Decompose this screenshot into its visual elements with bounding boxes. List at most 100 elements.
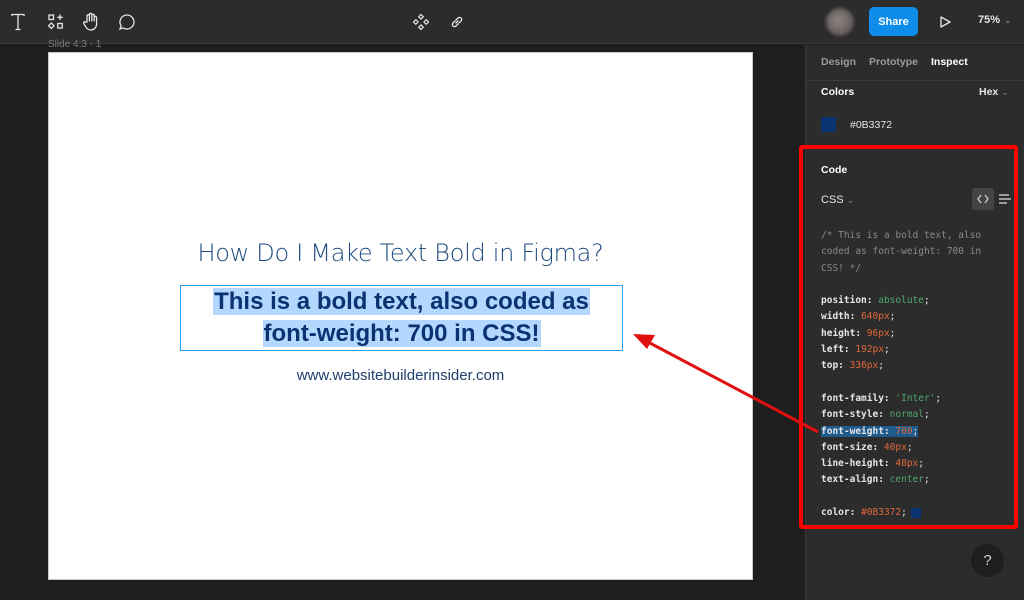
property-text: line-height: 48px; — [821, 458, 924, 469]
css-property-name: top — [821, 360, 839, 372]
css-property-name: font-size — [821, 441, 873, 453]
css-property-name: width — [821, 311, 850, 323]
code-view-toggle[interactable] — [972, 188, 994, 210]
semicolon: ; — [923, 474, 930, 486]
css-property-value: 40px — [883, 441, 907, 453]
top-toolbar: Share 75% ⌄ — [0, 0, 1024, 44]
help-button[interactable]: ? — [971, 544, 1004, 577]
css-property-name: font-weight — [821, 425, 884, 437]
css-property-name: font-family — [821, 392, 884, 404]
tab-prototype[interactable]: Prototype — [869, 56, 918, 68]
semicolon: ; — [883, 344, 890, 356]
css-property-value: 96px — [866, 327, 890, 339]
css-property-name: text-align — [821, 474, 879, 486]
zoom-level-dropdown[interactable]: 75% ⌄ — [978, 14, 1012, 26]
css-property-value: 700 — [895, 425, 913, 437]
colon: : — [838, 360, 850, 372]
color-item[interactable]: #0B3372 — [821, 117, 892, 132]
property-text: height: 96px; — [821, 328, 895, 339]
color-format-value: Hex — [979, 86, 999, 98]
bold-text-line-1: This is a bold text, also coded as — [213, 288, 590, 315]
property-text: position: absolute; — [821, 295, 930, 306]
slide-url-text[interactable]: www.websitebuilderinsider.com — [49, 367, 752, 384]
semicolon: ; — [918, 458, 924, 470]
semicolon: ; — [923, 409, 930, 421]
list-view-button[interactable] — [998, 190, 1012, 208]
semicolon: ; — [901, 507, 907, 519]
css-property-value: normal — [889, 409, 924, 421]
colon: : — [872, 441, 884, 453]
css-property-value: 'Inter' — [895, 392, 936, 404]
css-property-value: 48px — [895, 458, 919, 470]
colors-section-title: Colors — [821, 86, 855, 98]
css-property-line: line-height: 48px; — [821, 456, 1011, 472]
colon: : — [883, 392, 896, 404]
frame-label[interactable]: Slide 4:3 - 1 — [48, 39, 101, 50]
property-text: text-align: center; — [821, 474, 930, 485]
css-property-value: 336px — [849, 360, 879, 372]
property-text: color: #0B3372; — [821, 507, 907, 518]
colon: : — [883, 425, 896, 437]
css-property-line: font-size: 40px; — [821, 440, 1011, 456]
semicolon: ; — [878, 360, 884, 372]
link-icon[interactable] — [445, 10, 469, 34]
colon: : — [849, 311, 862, 323]
zoom-level-value: 75% — [978, 14, 1001, 26]
css-code-block[interactable]: /* This is a bold text, also coded as fo… — [821, 228, 1011, 521]
colon: : — [878, 409, 890, 421]
slide-frame[interactable]: How Do I Make Text Bold in Figma? This i… — [48, 52, 753, 580]
css-property-value: 192px — [855, 344, 884, 356]
comment-tool-icon[interactable] — [115, 10, 139, 34]
text-tool-icon[interactable] — [6, 10, 30, 34]
property-text: left: 192px; — [821, 344, 890, 355]
css-property-name: line-height — [821, 458, 884, 470]
css-property-line: position: absolute; — [821, 293, 1011, 309]
property-text: top: 336px; — [821, 360, 884, 371]
help-label: ? — [983, 552, 992, 569]
lines-icon — [999, 194, 1011, 204]
semicolon: ; — [906, 441, 913, 453]
property-text: font-style: normal; — [821, 409, 930, 420]
property-text: font-family: 'Inter'; — [821, 393, 941, 404]
property-text: width: 640px; — [821, 311, 895, 322]
figma-app: Share 75% ⌄ Slide 4:3 - 1 How Do I Make … — [0, 0, 1024, 600]
semicolon: ; — [923, 295, 930, 307]
properties-panel: Design Prototype Inspect Colors Hex ⌄ #0B… — [799, 45, 1024, 600]
slide-heading[interactable]: How Do I Make Text Bold in Figma? — [49, 239, 752, 267]
css-property-line: font-style: normal; — [821, 407, 1011, 423]
code-comment-line: CSS! */ — [821, 262, 862, 274]
colon: : — [878, 474, 890, 486]
tab-design[interactable]: Design — [821, 56, 856, 68]
css-property-name: left — [821, 344, 844, 356]
css-property-value: 640px — [861, 311, 890, 323]
colon: : — [855, 327, 867, 339]
components-icon[interactable] — [409, 10, 433, 34]
panel-tabs: Design Prototype Inspect — [806, 45, 1024, 81]
hand-tool-icon[interactable] — [79, 10, 103, 34]
user-avatar[interactable] — [818, 6, 862, 38]
bold-text-block: This is a bold text, also coded as font-… — [181, 286, 622, 350]
highlighted-property: font-weight: 700; — [821, 425, 919, 437]
css-property-value: absolute — [878, 295, 924, 307]
share-button[interactable]: Share — [869, 7, 918, 36]
canvas[interactable]: Slide 4:3 - 1 How Do I Make Text Bold in… — [0, 39, 805, 600]
present-play-icon[interactable] — [933, 10, 957, 34]
code-language-dropdown[interactable]: CSS ⌄ — [821, 194, 854, 206]
selected-text-layer[interactable]: This is a bold text, also coded as font-… — [180, 285, 623, 351]
color-format-dropdown[interactable]: Hex ⌄ — [979, 86, 1009, 98]
inline-color-swatch — [910, 507, 921, 518]
css-property-name: color — [821, 507, 850, 519]
chevron-down-icon: ⌄ — [1001, 87, 1009, 97]
css-property-value: center — [889, 474, 924, 486]
tab-inspect[interactable]: Inspect — [931, 56, 968, 68]
css-property-name: font-style — [821, 409, 879, 421]
css-property-name: height — [821, 327, 856, 339]
css-property-line: text-align: center; — [821, 472, 1011, 488]
bold-text-line-2: font-weight: 700 in CSS! — [262, 320, 541, 347]
shapes-tool-icon[interactable] — [44, 10, 68, 34]
semicolon: ; — [912, 425, 919, 437]
code-comment-line: /* This is a bold text, also — [821, 230, 982, 241]
semicolon: ; — [935, 392, 942, 404]
